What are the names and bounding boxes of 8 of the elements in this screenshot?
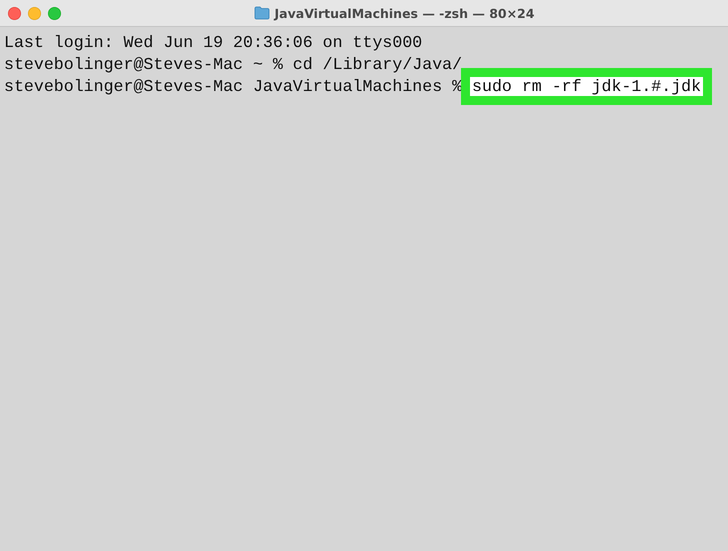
- close-icon[interactable]: [8, 6, 21, 20]
- folder-icon: [254, 6, 270, 20]
- minimize-icon[interactable]: [28, 6, 41, 20]
- window-title: JavaVirtualMachines — -zsh — 80×24: [274, 6, 534, 20]
- terminal-command-line: stevebolinger@Steves-Mac ~ % cd /Library/Java/: [4, 55, 462, 74]
- terminal-output: Last login: Wed Jun 19 20:36:06 on ttys000: [4, 33, 422, 52]
- highlighted-command: sudo rm -rf jdk-1.#.jdk: [470, 77, 704, 96]
- zoom-icon[interactable]: [48, 6, 61, 20]
